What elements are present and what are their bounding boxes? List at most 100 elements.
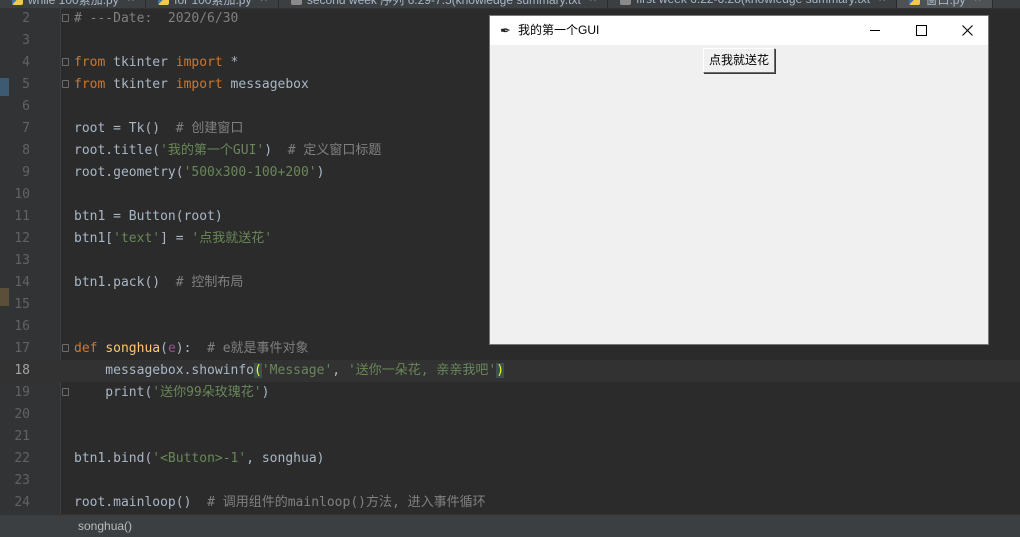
code-text: messagebox.showinfo('Message', '送你一朵花, 亲… <box>74 360 505 382</box>
code-text: from tkinter import messagebox <box>74 74 309 96</box>
code-token: '<Button>-1' <box>152 451 247 466</box>
line-number: 13 <box>14 253 30 268</box>
breadcrumb[interactable]: songhua() <box>78 515 132 537</box>
line-number: 22 <box>14 451 30 466</box>
editor-tab-label: first week 6.22-6.28(knowledge summary.t… <box>636 0 870 6</box>
editor-tab-label: for 100累加.py <box>174 0 251 8</box>
line-number: 11 <box>14 209 30 224</box>
code-token: root.geometry( <box>74 165 184 180</box>
code-line[interactable]: 18 messagebox.showinfo('Message', '送你一朵花… <box>0 360 1020 382</box>
code-line[interactable]: 21 <box>0 426 1020 448</box>
code-token: 'Message' <box>261 363 333 378</box>
editor-tab[interactable]: first week 6.22-6.28(knowledge summary.t… <box>608 0 898 8</box>
code-token: tkinter <box>105 77 176 92</box>
send-flower-button[interactable]: 点我就送花 <box>703 48 776 73</box>
tab-close-icon[interactable]: ✕ <box>589 0 597 5</box>
line-number: 16 <box>14 319 30 334</box>
line-number: 23 <box>14 473 30 488</box>
line-number: 10 <box>14 187 30 202</box>
code-token: print( <box>74 385 153 400</box>
code-token: # e就是事件对象 <box>207 341 309 356</box>
tab-close-icon[interactable]: ✕ <box>127 0 135 5</box>
line-number: 8 <box>22 143 30 158</box>
tk-window-title: 我的第一个GUI <box>518 23 600 37</box>
editor-tab-label: while 100累加.py <box>28 0 119 8</box>
code-token: # ---Date: 2020/6/30 <box>74 11 239 26</box>
code-text: btn1.pack() # 控制布局 <box>74 272 243 294</box>
code-token: btn1 = Button(root) <box>74 209 223 224</box>
code-text: root = Tk() # 创建窗口 <box>74 118 243 140</box>
editor-tab[interactable]: while 100累加.py ✕ <box>0 0 147 8</box>
code-token: from <box>74 77 106 92</box>
text-file-icon <box>290 0 302 5</box>
line-number: 20 <box>14 407 30 422</box>
maximize-button[interactable] <box>898 16 944 45</box>
code-token: , <box>332 363 348 378</box>
code-token: tkinter <box>105 55 176 70</box>
fold-marker-icon[interactable] <box>62 80 69 88</box>
code-token: # 定义窗口标题 <box>287 143 382 158</box>
line-number: 19 <box>14 385 30 400</box>
editor-tab[interactable]: 窗口.py ✕ <box>897 0 993 8</box>
line-number: 21 <box>14 429 30 444</box>
code-line[interactable]: 22 btn1.bind('<Button>-1', songhua) <box>0 448 1020 470</box>
code-token: ( <box>254 363 262 378</box>
line-number: 18 <box>14 363 30 378</box>
line-number: 15 <box>14 297 30 312</box>
code-line[interactable]: 24 root.mainloop() # 调用组件的mainloop()方法, 进… <box>0 492 1020 514</box>
code-token: '500x300-100+200' <box>183 165 317 180</box>
close-button[interactable] <box>944 16 990 45</box>
code-line[interactable]: 23 <box>0 470 1020 492</box>
code-text: btn1.bind('<Button>-1', songhua) <box>74 448 324 470</box>
fold-marker-icon[interactable] <box>62 344 69 352</box>
code-text: from tkinter import * <box>74 52 238 74</box>
maximize-icon <box>915 25 927 36</box>
code-text: btn1['text'] = '点我就送花' <box>74 228 272 250</box>
fold-marker-icon[interactable] <box>62 388 69 396</box>
minimize-icon <box>870 30 880 31</box>
code-token: # 调用组件的mainloop()方法, 进入事件循环 <box>207 495 486 510</box>
tk-window[interactable]: ✒︎ 我的第一个GUI 点我就送花 <box>489 15 989 345</box>
code-text: print('送你99朵玫瑰花') <box>74 382 269 404</box>
code-token: root = Tk() <box>74 121 176 136</box>
code-token: songhua <box>105 341 161 356</box>
code-token: ): <box>175 341 208 356</box>
code-token: import <box>175 55 223 70</box>
code-token: def <box>74 341 98 356</box>
line-number: 3 <box>22 33 30 48</box>
tk-titlebar[interactable]: ✒︎ 我的第一个GUI <box>490 16 988 45</box>
code-token: '点我就送花' <box>191 231 273 246</box>
line-number: 5 <box>22 77 30 92</box>
code-token: '送你一朵花, 亲亲我吧' <box>347 363 497 378</box>
fold-marker-icon[interactable] <box>62 14 69 22</box>
code-text: def songhua(e): # e就是事件对象 <box>74 338 309 360</box>
code-token: ) <box>316 165 325 180</box>
code-token: ) <box>261 385 270 400</box>
tab-close-icon[interactable]: ✕ <box>259 0 267 5</box>
editor-tab[interactable]: for 100累加.py ✕ <box>146 0 279 8</box>
breadcrumb-bar: songhua() <box>0 514 1020 537</box>
tab-close-icon[interactable]: ✕ <box>973 0 981 5</box>
line-number: 7 <box>22 121 30 136</box>
minimize-button[interactable] <box>852 16 898 45</box>
code-line[interactable]: 19 print('送你99朵玫瑰花') <box>0 382 1020 404</box>
fold-marker-icon[interactable] <box>62 58 69 66</box>
code-token: messagebox.showinfo <box>74 363 255 378</box>
code-token: '送你99朵玫瑰花' <box>152 385 262 400</box>
tab-close-icon[interactable]: ✕ <box>878 0 886 5</box>
code-token: '我的第一个GUI' <box>160 143 265 158</box>
editor-tab[interactable]: second week 序列 6.29-7.5(knowledge summar… <box>279 0 609 8</box>
code-token: ( <box>160 341 168 356</box>
code-token: ) <box>264 143 288 158</box>
python-file-icon <box>909 0 921 5</box>
feather-icon: ✒︎ <box>500 23 511 38</box>
line-number: 17 <box>14 341 30 356</box>
editor-tab-label: second week 序列 6.29-7.5(knowledge summar… <box>307 0 581 8</box>
code-token: root.title( <box>74 143 161 158</box>
code-text: root.mainloop() # 调用组件的mainloop()方法, 进入事… <box>74 492 486 514</box>
code-token: btn1.bind( <box>74 451 153 466</box>
code-text: root.geometry('500x300-100+200') <box>74 162 324 184</box>
code-token: # 控制布局 <box>175 275 244 290</box>
code-line[interactable]: 20 <box>0 404 1020 426</box>
code-text: # ---Date: 2020/6/30 <box>74 8 238 30</box>
